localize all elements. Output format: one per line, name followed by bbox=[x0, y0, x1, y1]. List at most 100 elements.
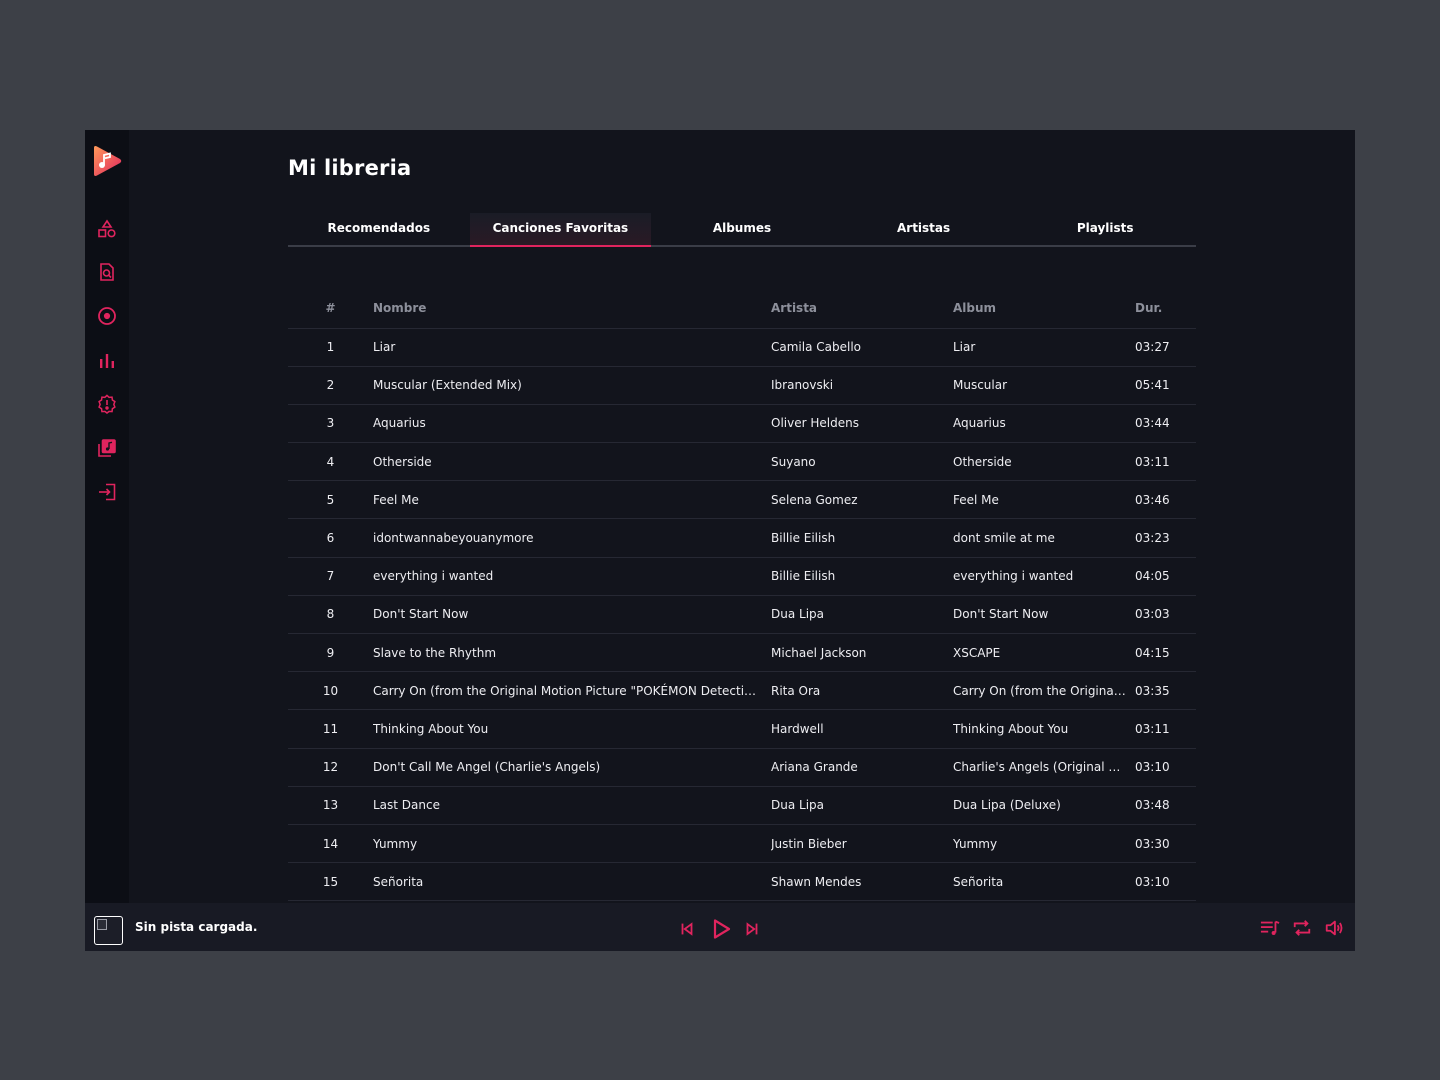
page-title: Mi libreria bbox=[288, 156, 412, 180]
track-number: 13 bbox=[288, 786, 373, 825]
track-duration: 05:41 bbox=[1135, 366, 1196, 405]
table-row[interactable]: 10 Carry On (from the Original Motion Pic… bbox=[288, 671, 1196, 711]
now-playing-status: Sin pista cargada. bbox=[135, 920, 258, 934]
track-artist: Hardwell bbox=[771, 709, 953, 749]
app-logo[interactable] bbox=[91, 144, 123, 178]
nav-search-document-icon[interactable] bbox=[96, 261, 118, 283]
track-name: Otherside bbox=[373, 442, 771, 482]
table-row[interactable]: 5 Feel Me Selena Gomez Feel Me 03:46 bbox=[288, 480, 1196, 520]
player-bar: Sin pista cargada. bbox=[85, 903, 1355, 951]
tab-playlists[interactable]: Playlists bbox=[1014, 213, 1196, 245]
track-duration: 03:35 bbox=[1135, 671, 1196, 711]
track-duration: 03:46 bbox=[1135, 480, 1196, 520]
table-row[interactable]: 15 Señorita Shawn Mendes Señorita 03:10 bbox=[288, 862, 1196, 902]
table-row[interactable]: 8 Don't Start Now Dua Lipa Don't Start Now 0… bbox=[288, 595, 1196, 635]
tab-albumes[interactable]: Albumes bbox=[651, 213, 833, 245]
table-row[interactable]: 4 Otherside Suyano Otherside 03:11 bbox=[288, 442, 1196, 482]
track-album: Don't Start Now bbox=[953, 595, 1135, 635]
volume-button[interactable] bbox=[1323, 917, 1345, 939]
table-row[interactable]: 9 Slave to the Rhythm Michael Jackson XSCAP… bbox=[288, 633, 1196, 673]
track-name: Carry On (from the Original Motion Pictu… bbox=[373, 671, 771, 711]
track-number: 9 bbox=[288, 633, 373, 673]
volume-icon bbox=[1325, 920, 1343, 936]
track-name: Señorita bbox=[373, 862, 771, 902]
previous-button[interactable] bbox=[677, 919, 697, 939]
track-number: 11 bbox=[288, 709, 373, 749]
track-album: Dua Lipa (Deluxe) bbox=[953, 786, 1135, 825]
track-duration: 03:48 bbox=[1135, 786, 1196, 825]
table-row[interactable]: 3 Aquarius Oliver Heldens Aquarius 03:44 bbox=[288, 404, 1196, 444]
track-duration: 03:30 bbox=[1135, 824, 1196, 864]
track-duration: 04:05 bbox=[1135, 557, 1196, 596]
tab-canciones-favoritas[interactable]: Canciones Favoritas bbox=[469, 213, 652, 247]
track-name: Feel Me bbox=[373, 480, 771, 520]
repeat-icon bbox=[1293, 920, 1311, 936]
track-name: Slave to the Rhythm bbox=[373, 633, 771, 673]
header-name[interactable]: Nombre bbox=[373, 288, 771, 329]
track-artist: Selena Gomez bbox=[771, 480, 953, 520]
queue-button[interactable] bbox=[1258, 917, 1282, 939]
track-number: 12 bbox=[288, 748, 373, 787]
track-album: Feel Me bbox=[953, 480, 1135, 520]
track-duration: 03:11 bbox=[1135, 442, 1196, 482]
tab-artistas[interactable]: Artistas bbox=[833, 213, 1015, 245]
track-artist: Dua Lipa bbox=[771, 595, 953, 635]
track-name: Yummy bbox=[373, 824, 771, 864]
header-duration[interactable]: Dur. bbox=[1135, 288, 1196, 329]
track-album: Señorita bbox=[953, 862, 1135, 902]
header-artist[interactable]: Artista bbox=[771, 288, 953, 329]
track-album: Yummy bbox=[953, 824, 1135, 864]
track-album: Carry On (from the Original ... bbox=[953, 671, 1135, 711]
header-num[interactable]: # bbox=[288, 288, 373, 329]
play-button[interactable] bbox=[708, 916, 734, 942]
track-name: Thinking About You bbox=[373, 709, 771, 749]
header-album[interactable]: Album bbox=[953, 288, 1135, 329]
track-number: 3 bbox=[288, 404, 373, 444]
track-name: Liar bbox=[373, 328, 771, 367]
track-artist: Dua Lipa bbox=[771, 786, 953, 825]
nav-music-library-icon[interactable] bbox=[96, 437, 118, 459]
play-icon bbox=[713, 919, 731, 939]
album-cover bbox=[94, 916, 123, 945]
track-artist: Billie Eilish bbox=[771, 557, 953, 596]
nav-logout-icon[interactable] bbox=[96, 481, 118, 503]
track-duration: 03:23 bbox=[1135, 518, 1196, 558]
nav-alert-badge-icon[interactable] bbox=[96, 393, 118, 415]
nav-shapes-icon[interactable] bbox=[96, 218, 118, 240]
track-artist: Justin Bieber bbox=[771, 824, 953, 864]
track-duration: 03:44 bbox=[1135, 404, 1196, 444]
table-row[interactable]: 14 Yummy Justin Bieber Yummy 03:30 bbox=[288, 824, 1196, 864]
library-tabs: Recomendados Canciones Favoritas Albumes… bbox=[288, 213, 1196, 247]
track-number: 1 bbox=[288, 328, 373, 367]
table-row[interactable]: 7 everything i wanted Billie Eilish everyth… bbox=[288, 557, 1196, 596]
track-number: 4 bbox=[288, 442, 373, 482]
table-row[interactable]: 2 Muscular (Extended Mix) Ibranovski Muscul… bbox=[288, 366, 1196, 405]
track-artist: Ariana Grande bbox=[771, 748, 953, 787]
table-row[interactable]: 13 Last Dance Dua Lipa Dua Lipa (Deluxe) 03:… bbox=[288, 786, 1196, 825]
track-duration: 03:03 bbox=[1135, 595, 1196, 635]
track-name: Don't Call Me Angel (Charlie's Angels) bbox=[373, 748, 771, 787]
nav-bar-chart-icon[interactable] bbox=[96, 349, 118, 371]
tab-recomendados[interactable]: Recomendados bbox=[288, 213, 470, 245]
table-row[interactable]: 11 Thinking About You Hardwell Thinking Abo… bbox=[288, 709, 1196, 749]
track-number: 10 bbox=[288, 671, 373, 711]
track-album: XSCAPE bbox=[953, 633, 1135, 673]
next-button[interactable] bbox=[742, 919, 762, 939]
table-row[interactable]: 12 Don't Call Me Angel (Charlie's Angels)… bbox=[288, 748, 1196, 787]
tracks-table: # Nombre Artista Album Dur. 1 Liar Camila … bbox=[288, 288, 1196, 902]
repeat-button[interactable] bbox=[1291, 917, 1313, 939]
previous-icon bbox=[681, 922, 693, 936]
table-row[interactable]: 6 idontwannabeyouanymore Billie Eilish dont… bbox=[288, 518, 1196, 558]
track-number: 2 bbox=[288, 366, 373, 405]
nav-disc-icon[interactable] bbox=[96, 305, 118, 327]
track-album: Muscular bbox=[953, 366, 1135, 405]
track-name: Last Dance bbox=[373, 786, 771, 825]
track-number: 6 bbox=[288, 518, 373, 558]
track-album: Aquarius bbox=[953, 404, 1135, 444]
queue-icon bbox=[1260, 920, 1280, 935]
app-window: Mi libreria Recomendados Canciones Favor… bbox=[85, 130, 1355, 951]
track-number: 8 bbox=[288, 595, 373, 635]
table-row[interactable]: 1 Liar Camila Cabello Liar 03:27 bbox=[288, 328, 1196, 367]
track-artist: Camila Cabello bbox=[771, 328, 953, 367]
track-artist: Suyano bbox=[771, 442, 953, 482]
